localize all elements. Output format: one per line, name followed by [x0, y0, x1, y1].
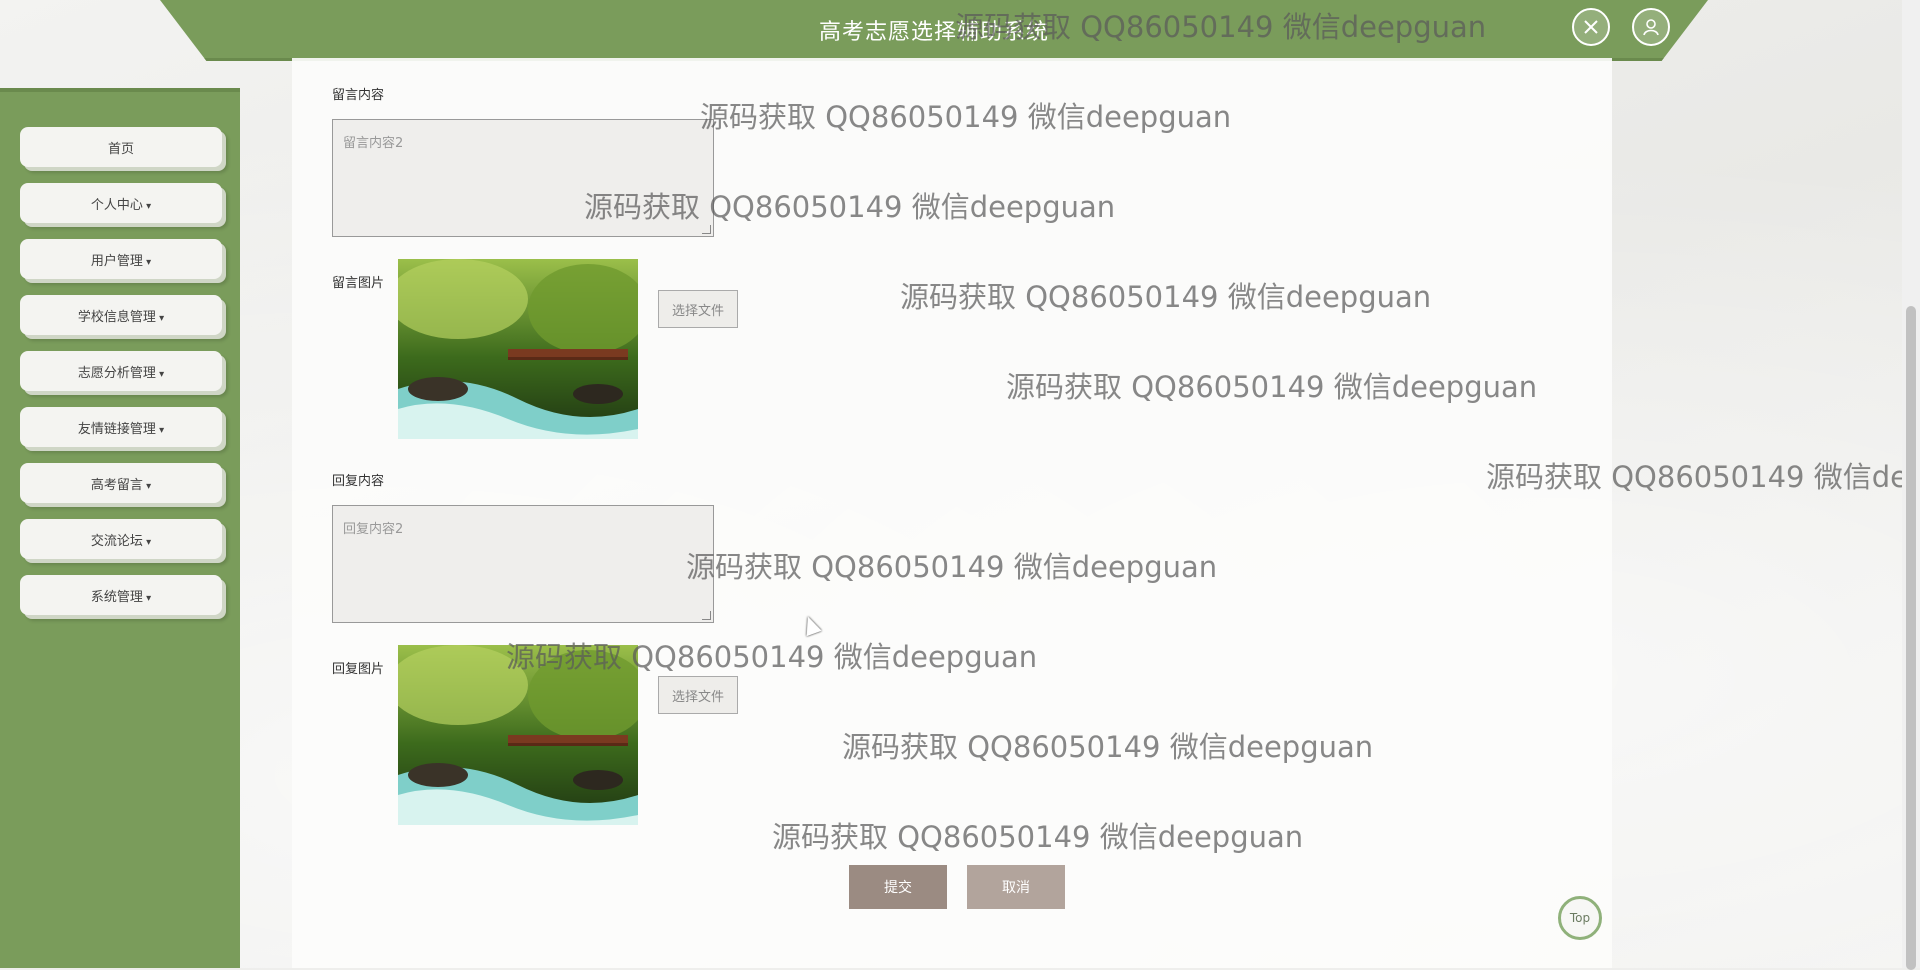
cancel-button[interactable]: 取消: [967, 865, 1065, 909]
watermark-text: 源码获取 QQ86050149 微信deepguan: [1006, 370, 1538, 404]
sidebar-item-label: 系统管理: [91, 586, 151, 605]
sidebar-item-system-management[interactable]: 系统管理: [20, 575, 222, 615]
sidebar-item-label: 交流论坛: [91, 530, 151, 549]
sidebar-item-label: 友情链接管理: [78, 418, 164, 437]
page-scrollbar[interactable]: [1902, 0, 1920, 970]
watermark-text: 源码获取 QQ86050149 微信deepguan: [700, 100, 1232, 134]
reply-content-textarea[interactable]: 回复内容2: [332, 505, 714, 623]
sidebar-item-gaokao-message[interactable]: 高考留言: [20, 463, 222, 503]
sidebar-item-label: 学校信息管理: [78, 306, 164, 325]
message-image-label: 留言图片: [332, 276, 385, 291]
fullscreen-toggle-icon[interactable]: [1572, 8, 1610, 46]
watermark-text: 源码获取 QQ86050149 微信deepguan: [584, 190, 1116, 224]
sidebar-item-forum[interactable]: 交流论坛: [20, 519, 222, 559]
reply-content-label: 回复内容: [332, 474, 385, 489]
resize-handle-icon[interactable]: [702, 225, 711, 234]
submit-button[interactable]: 提交: [849, 865, 947, 909]
sidebar-item-home[interactable]: 首页: [20, 127, 222, 167]
reply-content-text: 回复内容2: [343, 522, 404, 537]
sidebar-item-label: 志愿分析管理: [78, 362, 164, 381]
message-image-preview: [398, 259, 638, 439]
sidebar-item-label: 用户管理: [91, 250, 151, 269]
sidebar-item-user-management[interactable]: 用户管理: [20, 239, 222, 279]
watermark-text: 源码获取 QQ86050149 微信deepguan: [842, 730, 1374, 764]
message-content-label: 留言内容: [332, 88, 385, 103]
watermark-text: 源码获取 QQ86050149 微信deepguan: [955, 10, 1487, 44]
watermark-text: 源码获取 QQ86050149 微信deepguan: [772, 820, 1304, 854]
message-image-choose-file-button[interactable]: 选择文件: [658, 290, 738, 328]
watermark-text: 源码获取 QQ86050149 微信deepguan: [1486, 460, 1920, 494]
reply-image-choose-file-button[interactable]: 选择文件: [658, 676, 738, 714]
back-to-top-button[interactable]: Top: [1558, 896, 1602, 940]
watermark-text: 源码获取 QQ86050149 微信deepguan: [686, 550, 1218, 584]
sidebar-item-label: 高考留言: [91, 474, 151, 493]
user-avatar-icon[interactable]: [1632, 8, 1670, 46]
sidebar-item-school-info[interactable]: 学校信息管理: [20, 295, 222, 335]
message-content-text: 留言内容2: [343, 136, 404, 151]
resize-handle-icon[interactable]: [702, 611, 711, 620]
reply-image-label: 回复图片: [332, 662, 385, 677]
watermark-text: 源码获取 QQ86050149 微信deepguan: [506, 640, 1038, 674]
sidebar-item-label: 个人中心: [91, 194, 151, 213]
sidebar-item-friendly-links[interactable]: 友情链接管理: [20, 407, 222, 447]
sidebar-item-label: 首页: [107, 141, 134, 157]
scrollbar-thumb[interactable]: [1906, 306, 1916, 970]
sidebar-item-volunteer-analysis[interactable]: 志愿分析管理: [20, 351, 222, 391]
watermark-text: 源码获取 QQ86050149 微信deepguan: [900, 280, 1432, 314]
sidebar-item-personal-center[interactable]: 个人中心: [20, 183, 222, 223]
